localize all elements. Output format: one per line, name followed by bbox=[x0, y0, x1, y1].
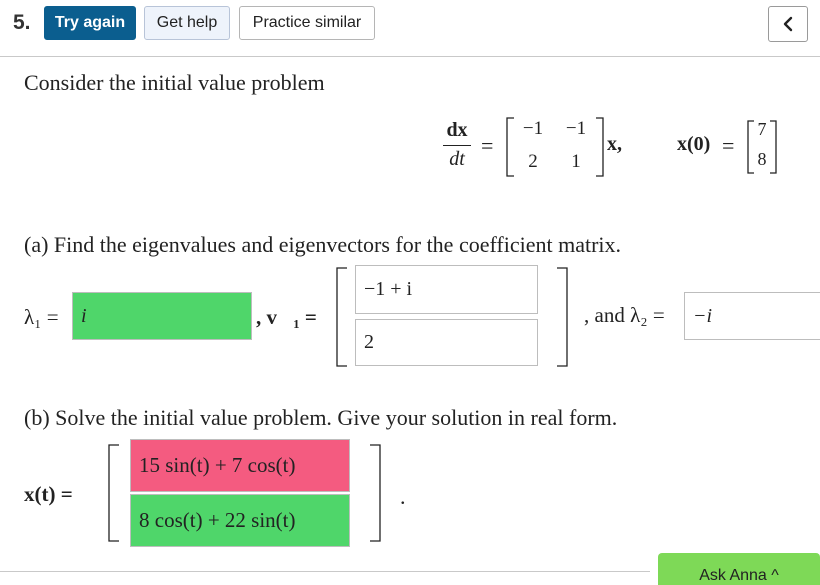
ic-cell-1: 7 bbox=[757, 119, 767, 139]
solution-period: . bbox=[400, 484, 406, 509]
matrix-right-bracket bbox=[596, 117, 604, 177]
question-number: 5. bbox=[13, 11, 31, 34]
get-help-button[interactable]: Get help bbox=[144, 6, 230, 40]
v1-label: , v⃗₁ = bbox=[256, 305, 317, 329]
ode-vector-x: x, bbox=[607, 133, 622, 155]
ic-cell-2: 8 bbox=[757, 149, 767, 169]
v1-right-bracket bbox=[557, 267, 568, 367]
ic-equals: = bbox=[722, 133, 735, 158]
solution-right-bracket bbox=[370, 444, 381, 542]
ode-equals: = bbox=[481, 133, 494, 158]
chevron-left-icon bbox=[783, 16, 793, 32]
part-b-prompt: (b) Solve the initial value problem. Giv… bbox=[24, 405, 618, 430]
lambda2-input[interactable]: −i bbox=[684, 292, 820, 340]
practice-similar-button[interactable]: Practice similar bbox=[239, 6, 375, 40]
solution-entry-2-input[interactable]: 8 cos(t) + 22 sin(t) bbox=[130, 494, 350, 547]
matrix-cell-12: −1 bbox=[565, 118, 587, 139]
footer-divider bbox=[0, 571, 650, 572]
try-again-button[interactable]: Try again bbox=[44, 6, 136, 40]
lambda1-input[interactable]: i bbox=[72, 292, 252, 340]
matrix-cell-22: 1 bbox=[571, 151, 581, 172]
ask-anna-button[interactable]: Ask Anna ^ bbox=[658, 553, 820, 585]
part-a-prompt: (a) Find the eigenvalues and eigenvector… bbox=[24, 232, 622, 257]
problem-intro: Consider the initial value problem bbox=[24, 70, 325, 95]
ode-lhs-denominator: dt bbox=[449, 148, 465, 170]
initial-condition-label: x(0) bbox=[677, 133, 711, 155]
header-divider bbox=[0, 56, 820, 57]
v1-left-bracket bbox=[336, 267, 347, 367]
back-button[interactable] bbox=[768, 6, 808, 42]
solution-left-bracket bbox=[108, 444, 119, 542]
xt-label: x(t) = bbox=[24, 482, 73, 506]
lambda2-label: , and λ₂ = bbox=[584, 303, 665, 327]
v1-entry-2-input[interactable]: 2 bbox=[355, 319, 538, 366]
ic-right-bracket bbox=[770, 120, 777, 174]
v1-entry-1-input[interactable]: −1 + i bbox=[355, 265, 538, 314]
matrix-cell-11: −1 bbox=[522, 118, 544, 139]
lambda1-label: λ₁ = bbox=[24, 305, 59, 329]
matrix-cell-21: 2 bbox=[528, 151, 538, 172]
fraction-bar bbox=[443, 145, 471, 146]
question-toolbar: 5. Try again Get help Practice similar bbox=[0, 0, 820, 52]
solution-entry-1-input[interactable]: 15 sin(t) + 7 cos(t) bbox=[130, 439, 350, 492]
ode-lhs-numerator: dx bbox=[446, 119, 468, 141]
